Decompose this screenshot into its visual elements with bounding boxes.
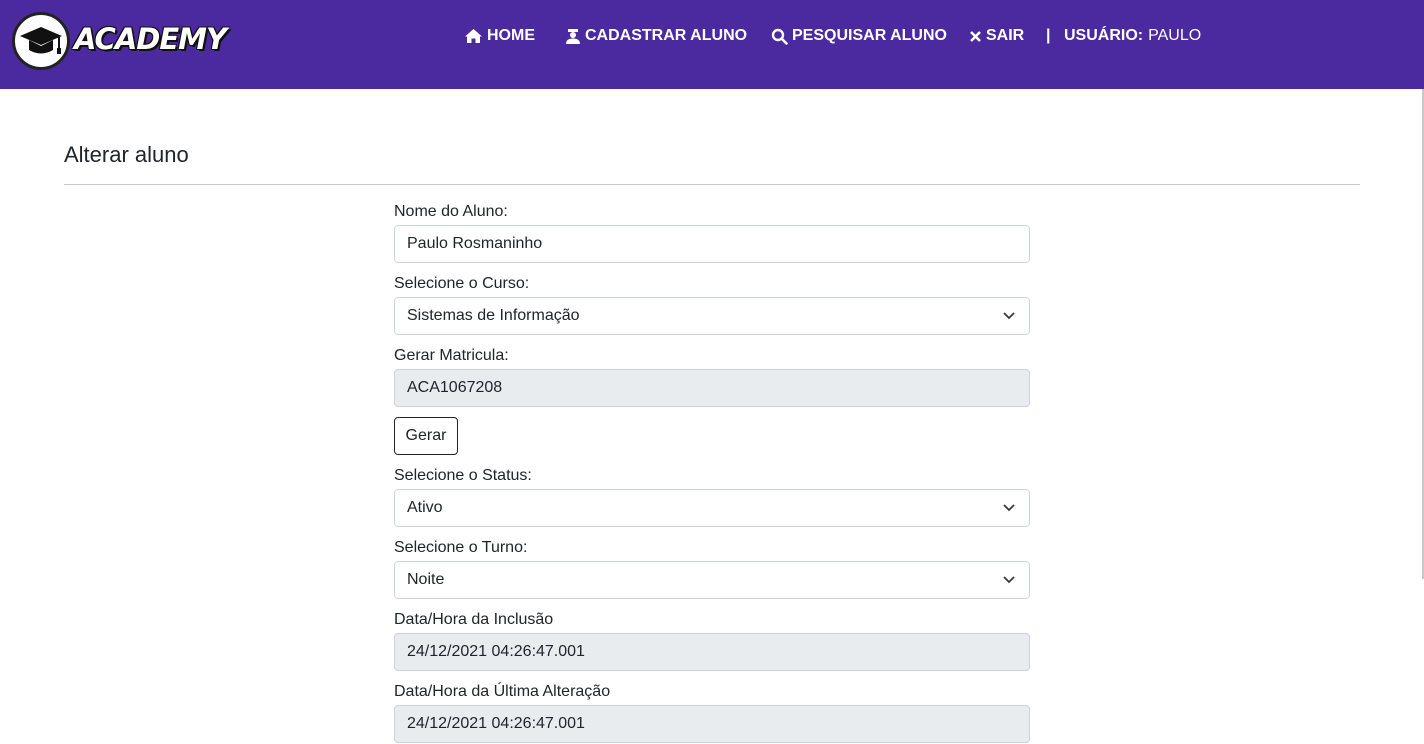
brand-name[interactable]: ACADEMY: [74, 22, 227, 56]
home-icon: [465, 29, 482, 43]
turno-select[interactable]: Noite: [394, 561, 1030, 599]
status-select[interactable]: Ativo: [394, 489, 1030, 527]
turno-label: Selecione o Turno:: [394, 539, 528, 556]
page-title: Alterar aluno: [64, 142, 189, 167]
status-value: Ativo: [407, 499, 443, 516]
nav-sair-label: SAIR: [986, 27, 1025, 44]
curso-select[interactable]: Sistemas de Informação: [394, 297, 1030, 335]
alteracao-input: 24/12/2021 04:26:47.001: [394, 705, 1030, 743]
top-navbar: ACADEMY HOME CADASTRAR ALUNO PESQUISAR A…: [0, 0, 1424, 89]
matricula-input: ACA1067208: [394, 369, 1030, 407]
nav-home-label: HOME: [487, 27, 535, 44]
inclusao-label: Data/Hora da Inclusão: [394, 611, 554, 628]
nome-value: Paulo Rosmaninho: [407, 235, 543, 252]
chevron-down-icon: [1003, 504, 1015, 512]
close-icon: [970, 30, 981, 42]
nome-input[interactable]: Paulo Rosmaninho: [394, 225, 1030, 263]
nav-cadastrar-link[interactable]: CADASTRAR ALUNO: [565, 27, 747, 45]
curso-value: Sistemas de Informação: [407, 307, 580, 324]
nav-separator: |: [1046, 27, 1051, 44]
nav-pesquisar-label: PESQUISAR ALUNO: [792, 27, 947, 44]
brand-logo[interactable]: [12, 12, 70, 70]
gerar-button[interactable]: Gerar: [394, 417, 458, 455]
alteracao-value: 24/12/2021 04:26:47.001: [407, 715, 585, 732]
nav-cadastrar-label: CADASTRAR ALUNO: [585, 27, 748, 44]
matricula-value: ACA1067208: [407, 379, 503, 396]
student-icon: [566, 28, 580, 44]
chevron-down-icon: [1003, 576, 1015, 584]
nav-user-value: PAULO: [1148, 27, 1202, 44]
status-label: Selecione o Status:: [394, 467, 532, 484]
curso-label: Selecione o Curso:: [394, 275, 530, 292]
alteracao-label: Data/Hora da Última Alteração: [394, 683, 611, 700]
matricula-label: Gerar Matricula:: [394, 347, 509, 364]
nav-home-link[interactable]: HOME: [464, 27, 535, 45]
turno-value: Noite: [407, 571, 445, 588]
chevron-down-icon: [1003, 312, 1015, 320]
nav-user-info: USUÁRIO: PAULO: [1064, 27, 1201, 45]
nome-label: Nome do Aluno:: [394, 203, 508, 220]
search-icon: [771, 28, 788, 45]
nav-sair-link[interactable]: SAIR: [969, 27, 1024, 45]
inclusao-value: 24/12/2021 04:26:47.001: [407, 643, 585, 660]
title-divider: [64, 184, 1360, 185]
nav-user-label: USUÁRIO:: [1064, 27, 1144, 44]
inclusao-input: 24/12/2021 04:26:47.001: [394, 633, 1030, 671]
graduation-cap-icon: [20, 27, 62, 54]
nav-pesquisar-link[interactable]: PESQUISAR ALUNO: [771, 27, 947, 45]
